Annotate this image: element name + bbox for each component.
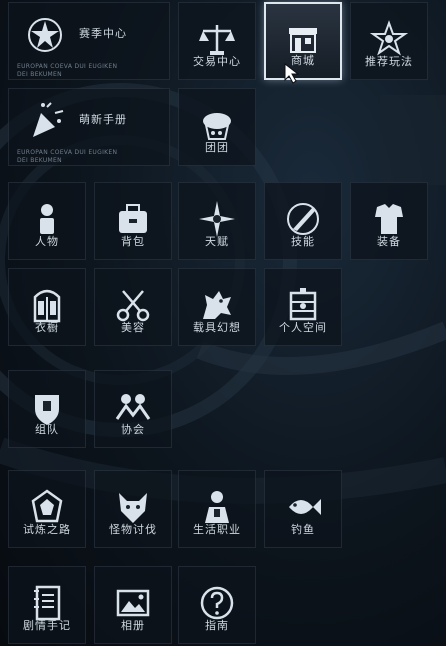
newbie-handbook-button[interactable]: 萌新手册 EUROPAN COEVA DUI EUGIKEN DEI BEKUM… [8, 88, 170, 166]
backpack-button[interactable]: 背包 [94, 182, 172, 260]
personal-space-button[interactable]: 个人空间 [264, 268, 342, 346]
trial-road-label: 试炼之路 [23, 523, 71, 536]
story-notes-label: 剧情手记 [23, 619, 71, 632]
team-label: 组队 [35, 423, 59, 436]
character-button[interactable]: 人物 [8, 182, 86, 260]
photo-album-button[interactable]: 相册 [94, 566, 172, 644]
guild-label: 协会 [121, 423, 145, 436]
tuantuan-label: 团团 [205, 141, 229, 154]
monster-hunt-label: 怪物讨伐 [109, 523, 157, 536]
mount-fantasy-button[interactable]: 载具幻想 [178, 268, 256, 346]
fishing-button[interactable]: 钓鱼 [264, 470, 342, 548]
story-notes-button[interactable]: 剧情手记 [8, 566, 86, 644]
guide-label: 指南 [205, 619, 229, 632]
equipment-label: 装备 [377, 235, 401, 248]
fishing-label: 钓鱼 [291, 523, 315, 536]
trade-center-label: 交易中心 [193, 55, 241, 68]
life-job-button[interactable]: 生活职业 [178, 470, 256, 548]
photo-album-label: 相册 [121, 619, 145, 632]
season-center-button[interactable]: 赛季中心 EUROPAN COEVA DUI EUGIKEN DEI BEKUM… [8, 2, 170, 80]
character-label: 人物 [35, 235, 59, 248]
wardrobe-button[interactable]: 衣橱 [8, 268, 86, 346]
trade-center-button[interactable]: 交易中心 [178, 2, 256, 80]
monster-hunt-button[interactable]: 怪物讨伐 [94, 470, 172, 548]
season-center-subtext: EUROPAN COEVA DUI EUGIKEN DEI BEKUMEN [17, 63, 118, 78]
party-popper-icon [33, 102, 64, 137]
beauty-button[interactable]: 美容 [94, 268, 172, 346]
season-star-icon [28, 18, 62, 52]
talent-button[interactable]: 天赋 [178, 182, 256, 260]
guild-button[interactable]: 协会 [94, 370, 172, 448]
tuantuan-button[interactable]: 团团 [178, 88, 256, 166]
life-job-label: 生活职业 [193, 523, 241, 536]
recommended-play-label: 推荐玩法 [365, 55, 413, 68]
wardrobe-label: 衣橱 [35, 321, 59, 334]
shop-label: 商城 [291, 54, 315, 67]
shop-button[interactable]: 商城 [264, 2, 342, 80]
newbie-handbook-label: 萌新手册 [79, 113, 127, 126]
backpack-label: 背包 [121, 235, 145, 248]
season-center-label: 赛季中心 [79, 27, 127, 40]
recommended-play-button[interactable]: 推荐玩法 [350, 2, 428, 80]
newbie-handbook-subtext: EUROPAN COEVA DUI EUGIKEN DEI BEKUMEN [17, 149, 118, 164]
beauty-label: 美容 [121, 321, 145, 334]
personal-space-label: 个人空间 [279, 321, 327, 334]
trial-road-button[interactable]: 试炼之路 [8, 470, 86, 548]
equipment-button[interactable]: 装备 [350, 182, 428, 260]
skill-label: 技能 [291, 235, 315, 248]
guide-button[interactable]: 指南 [178, 566, 256, 644]
mount-fantasy-label: 载具幻想 [193, 321, 241, 334]
pointer-cursor-icon [284, 62, 300, 84]
team-button[interactable]: 组队 [8, 370, 86, 448]
skill-button[interactable]: 技能 [264, 182, 342, 260]
talent-label: 天赋 [205, 235, 229, 248]
